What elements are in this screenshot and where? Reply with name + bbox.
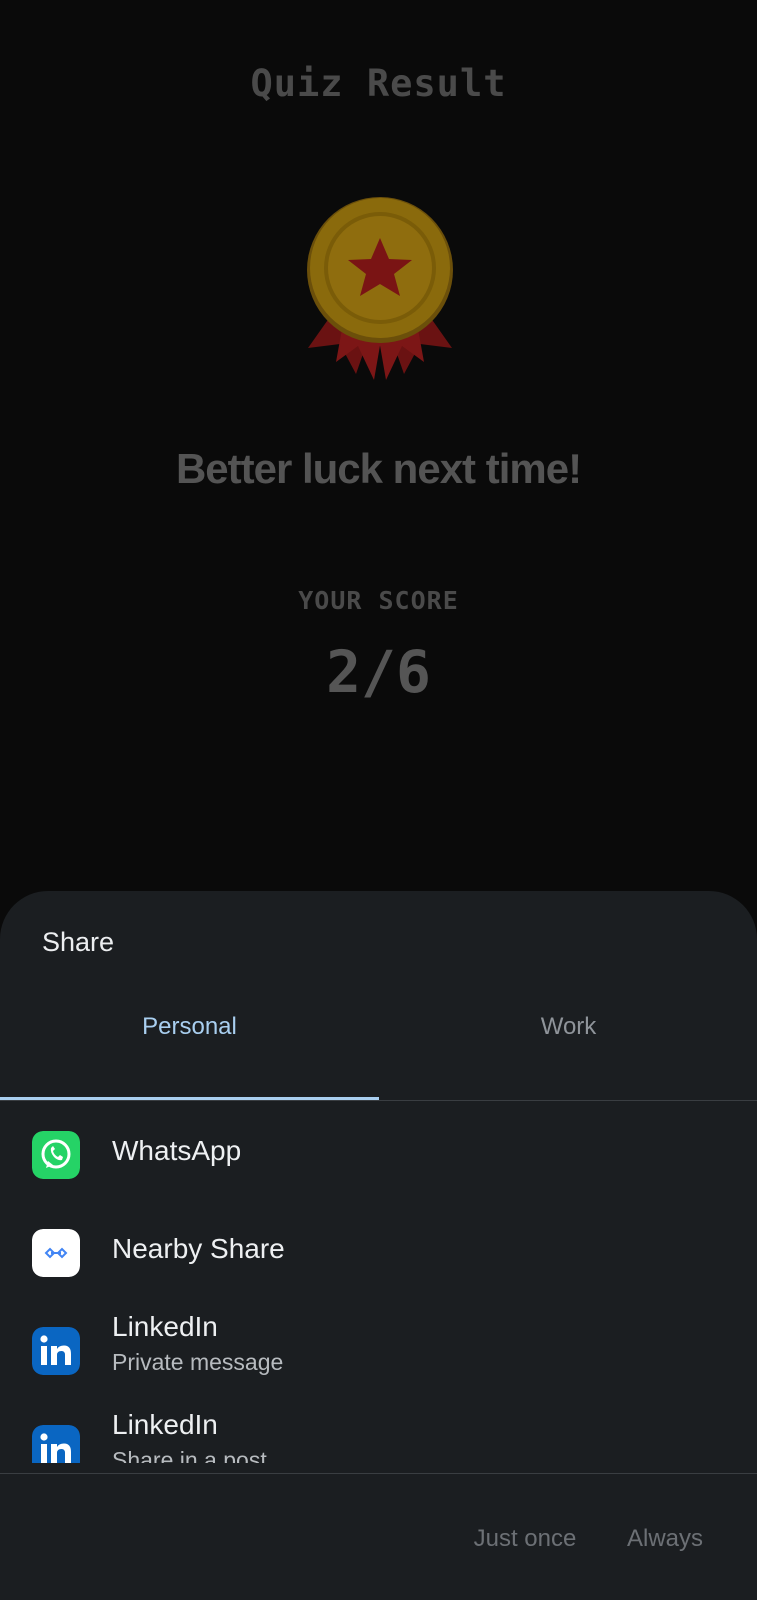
just-once-button[interactable]: Just once bbox=[460, 1525, 590, 1553]
app-subtitle: Share in a post bbox=[112, 1447, 267, 1463]
tab-work[interactable]: Work bbox=[379, 997, 757, 1077]
app-name: LinkedIn bbox=[112, 1311, 218, 1342]
page-title: Quiz Result bbox=[250, 62, 507, 105]
list-item-linkedin-post[interactable]: LinkedIn Share in a post bbox=[0, 1401, 757, 1463]
divider bbox=[0, 1473, 757, 1474]
app-name: Nearby Share bbox=[112, 1233, 285, 1264]
score-label: YOUR SCORE bbox=[298, 586, 459, 615]
result-message: Better luck next time! bbox=[175, 445, 582, 492]
linkedin-icon bbox=[32, 1425, 80, 1463]
list-item-whatsapp[interactable]: WhatsApp bbox=[0, 1107, 757, 1203]
list-item-linkedin-message[interactable]: LinkedIn Private message bbox=[0, 1303, 757, 1399]
tab-personal[interactable]: Personal bbox=[0, 997, 379, 1077]
app-name: WhatsApp bbox=[112, 1135, 242, 1166]
nearby-share-icon bbox=[32, 1229, 80, 1277]
app-name: LinkedIn bbox=[112, 1409, 218, 1440]
medal-star-icon bbox=[307, 197, 453, 380]
app-list: WhatsApp Nearby Share LinkedIn Private m… bbox=[0, 1101, 757, 1463]
app-subtitle: Private message bbox=[112, 1349, 284, 1375]
always-button[interactable]: Always bbox=[612, 1525, 718, 1553]
list-item-nearby-share[interactable]: Nearby Share bbox=[0, 1205, 757, 1301]
score-value: 2/6 bbox=[326, 638, 431, 706]
share-sheet: Share Personal Work WhatsApp Nearby Shar… bbox=[0, 891, 757, 1600]
linkedin-icon bbox=[32, 1327, 80, 1375]
sheet-title: Share bbox=[42, 927, 115, 957]
whatsapp-icon bbox=[32, 1131, 80, 1179]
